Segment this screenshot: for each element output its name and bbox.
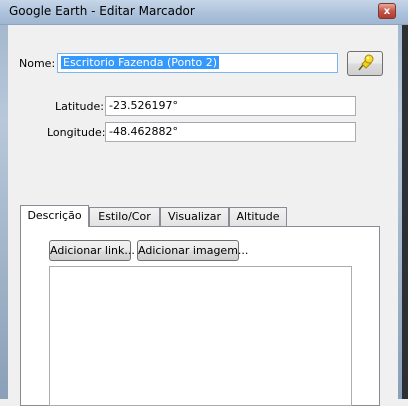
pushpin-icon — [358, 54, 374, 71]
tab-label: Descrição — [27, 209, 82, 222]
latitude-label: Latitude: — [55, 100, 104, 113]
add-link-button[interactable]: Adicionar link... — [49, 240, 135, 261]
close-icon: x — [383, 6, 391, 17]
title-bar[interactable]: Google Earth - Editar Marcador x — [0, 0, 408, 25]
placemark-icon-button[interactable] — [347, 51, 383, 76]
tab-descricao[interactable]: Descrição — [20, 205, 89, 227]
close-button[interactable]: x — [378, 3, 396, 19]
tab-altitude[interactable]: Altitude — [229, 207, 287, 226]
background-window-edge — [402, 24, 408, 399]
tab-estilo-cor[interactable]: Estilo/Cor — [89, 207, 160, 226]
longitude-field[interactable]: -48.462882° — [105, 122, 356, 142]
longitude-label: Longitude: — [47, 126, 106, 139]
tab-label: Visualizar — [168, 210, 221, 223]
longitude-value: -48.462882° — [109, 125, 178, 138]
latitude-field[interactable]: -23.526197° — [105, 96, 356, 116]
window-frame-left — [0, 0, 8, 399]
add-image-button[interactable]: Adicionar imagem... — [137, 240, 248, 261]
add-image-label: Adicionar imagem... — [138, 244, 249, 257]
add-link-label: Adicionar link... — [50, 244, 135, 257]
tab-label: Altitude — [236, 210, 280, 223]
tab-visualizar[interactable]: Visualizar — [160, 207, 229, 226]
window-title: Google Earth - Editar Marcador — [9, 4, 195, 18]
latitude-value: -23.526197° — [109, 99, 178, 112]
description-textarea[interactable] — [49, 266, 352, 406]
name-value: Escritorio Fazenda (Ponto 2) — [61, 56, 220, 69]
name-field[interactable]: Escritorio Fazenda (Ponto 2) — [57, 53, 338, 73]
name-label: Nome: — [19, 57, 56, 70]
tab-label: Estilo/Cor — [98, 210, 151, 223]
